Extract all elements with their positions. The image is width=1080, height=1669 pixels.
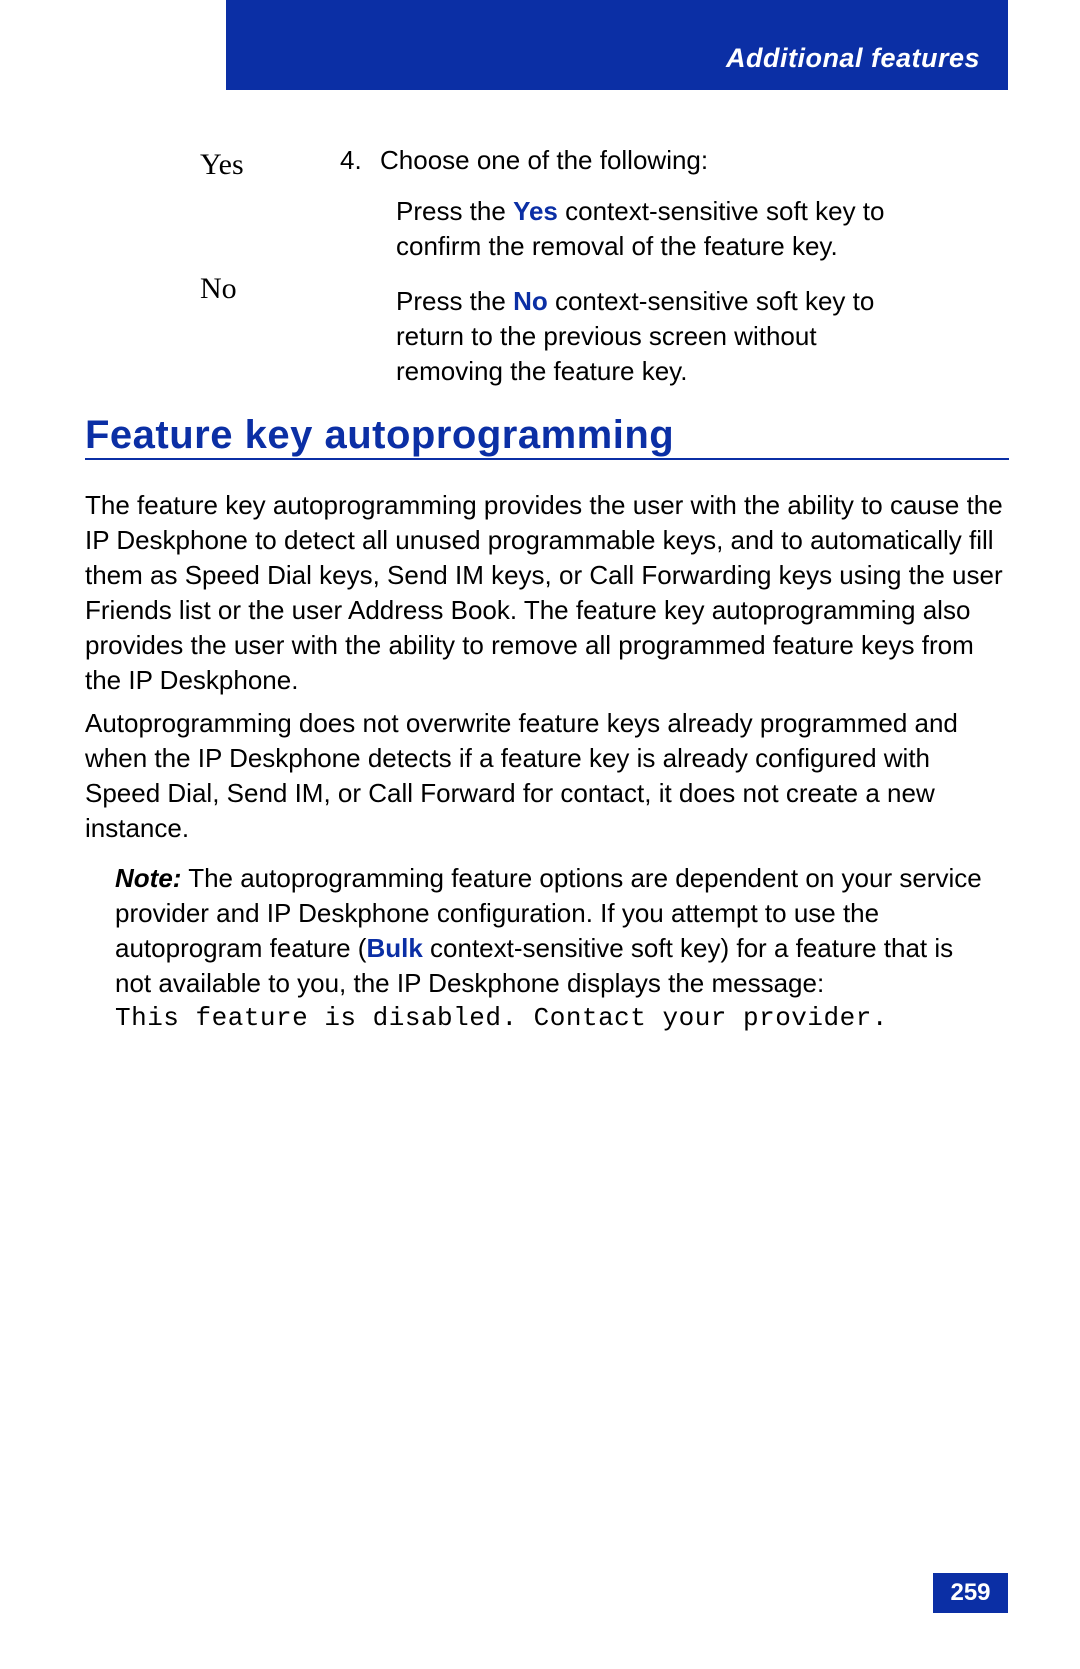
option-yes-prefix: Press the (396, 196, 513, 226)
header-section-title: Additional features (726, 43, 980, 74)
section-heading: Feature key autoprogramming (85, 413, 674, 458)
softkey-labels-column: Yes No (200, 145, 340, 409)
note-block: Note: The autoprogramming feature option… (115, 861, 995, 1036)
paragraph-1: The feature key autoprogramming provides… (85, 488, 1009, 699)
section-rule (85, 458, 1009, 460)
step-intro-text: Choose one of the following: (380, 145, 708, 176)
paragraph-2: Autoprogramming does not overwrite featu… (85, 706, 1009, 846)
header-bar: Additional features (226, 0, 1008, 90)
document-page: Additional features Yes No 4. Choose one… (0, 0, 1080, 1669)
step-4-intro-line: 4. Choose one of the following: (340, 145, 1000, 176)
softkey-no-label: No (200, 272, 340, 306)
step-4-options: Press the Yes context-sensitive soft key… (340, 176, 1000, 389)
note-label: Note: (115, 863, 181, 893)
option-no-prefix: Press the (396, 286, 513, 316)
step-4-row: Yes No 4. Choose one of the following: P… (200, 145, 1000, 409)
page-number: 259 (933, 1573, 1008, 1613)
softkey-yes-label: Yes (200, 148, 340, 182)
step-4-content: 4. Choose one of the following: Press th… (340, 145, 1000, 409)
note-term-bulk: Bulk (366, 933, 422, 963)
option-yes-term: Yes (513, 196, 558, 226)
option-no: Press the No context-sensitive soft key … (396, 284, 906, 389)
option-no-term: No (513, 286, 548, 316)
step-number: 4. (340, 145, 380, 176)
option-yes: Press the Yes context-sensitive soft key… (396, 194, 906, 264)
note-disabled-message: This feature is disabled. Contact your p… (115, 1001, 995, 1036)
